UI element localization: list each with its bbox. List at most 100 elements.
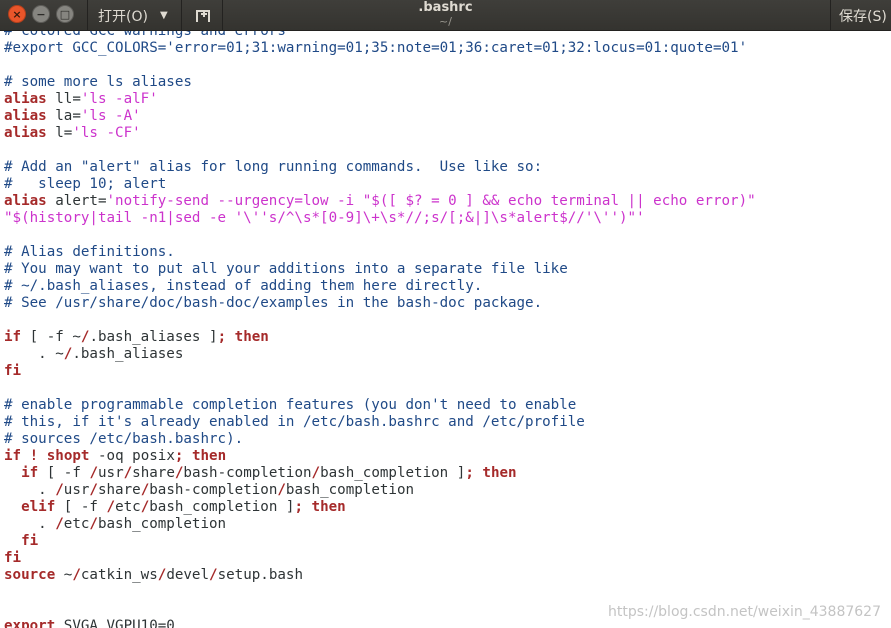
code-token: .bash_aliases <box>72 346 184 362</box>
code-token: / <box>140 482 150 498</box>
code-token: usr <box>63 482 90 498</box>
code-token: / <box>89 482 98 498</box>
code-token: alias <box>4 91 47 107</box>
code-token: # this, if it's already enabled in /etc/… <box>4 414 585 430</box>
code-token: # sleep 10; alert <box>4 176 167 192</box>
code-line[interactable] <box>4 380 756 397</box>
code-token: . ~ <box>4 346 64 362</box>
code-line[interactable]: # colored GCC warnings and errors <box>4 31 756 40</box>
code-token: / <box>72 567 81 583</box>
code-token: / <box>277 482 286 498</box>
code-line[interactable]: fi <box>4 550 756 567</box>
document-title: .bashrc <box>418 0 473 15</box>
code-token: -oq posix <box>89 448 175 464</box>
code-line[interactable] <box>4 57 756 74</box>
code-line[interactable]: . ~/.bash_aliases <box>4 346 756 363</box>
code-token: 'notify-send --urgency=low -i "$([ $? = … <box>106 193 756 209</box>
watermark: https://blog.csdn.net/weixin_43887627 <box>607 604 881 620</box>
code-token: . <box>4 516 56 532</box>
code-line[interactable]: alias ll='ls -alF' <box>4 91 756 108</box>
save-button[interactable]: 保存(S) <box>830 0 891 31</box>
code-token: then <box>234 329 269 345</box>
code-line[interactable]: if ! shopt -oq posix; then <box>4 448 756 465</box>
code-line[interactable]: alias l='ls -CF' <box>4 125 756 142</box>
code-line[interactable]: fi <box>4 363 756 380</box>
code-token: alias <box>4 108 47 124</box>
code-line[interactable]: fi <box>4 533 756 550</box>
code-token: / <box>123 465 133 481</box>
code-line[interactable]: if [ -f ~/.bash_aliases ]; then <box>4 329 756 346</box>
code-token: bash_completion ] <box>320 465 466 481</box>
code-token: share <box>97 482 141 498</box>
code-line[interactable]: # enable programmable completion feature… <box>4 397 756 414</box>
code-token: [ -f <box>55 499 107 515</box>
code-token: elif <box>21 499 56 515</box>
code-line[interactable]: . /usr/share/bash-completion/bash_comple… <box>4 482 756 499</box>
code-line[interactable]: . /etc/bash_completion <box>4 516 756 533</box>
code-line[interactable]: # sleep 10; alert <box>4 176 756 193</box>
code-token: alias <box>4 125 47 141</box>
code-token: # See /usr/share/doc/bash-doc/examples i… <box>4 295 543 311</box>
code-token: then <box>482 465 517 481</box>
code-line[interactable]: alias la='ls -A' <box>4 108 756 125</box>
code-line[interactable]: #export GCC_COLORS='error=01;31:warning=… <box>4 40 756 57</box>
code-view[interactable]: # colored GCC warnings and errors #export… <box>4 31 756 628</box>
code-token: # Alias definitions. <box>4 244 175 260</box>
code-token: share <box>132 465 175 481</box>
code-token: # some more ls aliases <box>4 74 192 90</box>
code-token: 'ls -CF' <box>72 125 141 141</box>
code-line[interactable]: if [ -f /usr/share/bash-completion/bash_… <box>4 465 756 482</box>
code-token: / <box>209 567 218 583</box>
code-token: fi <box>4 550 22 566</box>
code-token: 'ls -A' <box>80 108 141 124</box>
code-token: bash_completion ] <box>149 499 295 515</box>
code-token: usr <box>97 465 124 481</box>
code-line[interactable]: # this, if it's already enabled in /etc/… <box>4 414 756 431</box>
code-token: if <box>21 465 39 481</box>
code-line[interactable]: "$(history|tail -n1|sed -e '\''s/^\s*[0-… <box>4 210 756 227</box>
code-line[interactable]: # See /usr/share/doc/bash-doc/examples i… <box>4 295 756 312</box>
text-editor[interactable]: # colored GCC warnings and errors #export… <box>0 31 891 628</box>
code-line[interactable] <box>4 142 756 159</box>
code-line[interactable]: # You may want to put all your additions… <box>4 261 756 278</box>
code-token: fi <box>4 363 22 379</box>
code-token: #export GCC_COLORS='error=01;31:warning=… <box>4 40 748 56</box>
code-line[interactable]: elif [ -f /etc/bash_completion ]; then <box>4 499 756 516</box>
code-token: / <box>140 499 150 515</box>
code-token: SVGA_VGPU10=0 <box>55 618 175 628</box>
code-line[interactable]: # ~/.bash_aliases, instead of adding the… <box>4 278 756 295</box>
code-token: # enable programmable completion feature… <box>4 397 577 413</box>
document-path: ~/ <box>439 15 452 28</box>
code-token: / <box>55 516 64 532</box>
code-token: l= <box>46 125 73 141</box>
code-token: shopt <box>46 448 90 464</box>
code-token: export <box>4 618 56 628</box>
code-line[interactable]: # Alias definitions. <box>4 244 756 261</box>
code-token: .bash_aliases ] <box>89 329 218 345</box>
code-line[interactable] <box>4 584 756 601</box>
code-token: if <box>4 329 22 345</box>
code-token: [ -f ~ <box>21 329 81 345</box>
code-token: alert= <box>46 193 107 209</box>
code-line[interactable]: # sources /etc/bash.bashrc). <box>4 431 756 448</box>
code-token: fi <box>21 533 39 549</box>
code-token: bash_completion <box>285 482 415 498</box>
code-line[interactable]: # Add an "alert" alias for long running … <box>4 159 756 176</box>
code-line[interactable] <box>4 227 756 244</box>
code-line[interactable]: source ~/catkin_ws/devel/setup.bash <box>4 567 756 584</box>
code-token: setup.bash <box>217 567 303 583</box>
code-line[interactable] <box>4 312 756 329</box>
code-line[interactable]: # some more ls aliases <box>4 74 756 91</box>
code-token: ll= <box>46 91 81 107</box>
code-line[interactable]: alias alert='notify-send --urgency=low -… <box>4 193 756 210</box>
title-bar: × − □ 打开(O) ▼ .bashrc ~/ 保存(S) <box>0 0 891 31</box>
code-token: if <box>4 448 22 464</box>
code-token: # Add an "alert" alias for long running … <box>4 159 543 175</box>
code-token: / <box>106 499 116 515</box>
